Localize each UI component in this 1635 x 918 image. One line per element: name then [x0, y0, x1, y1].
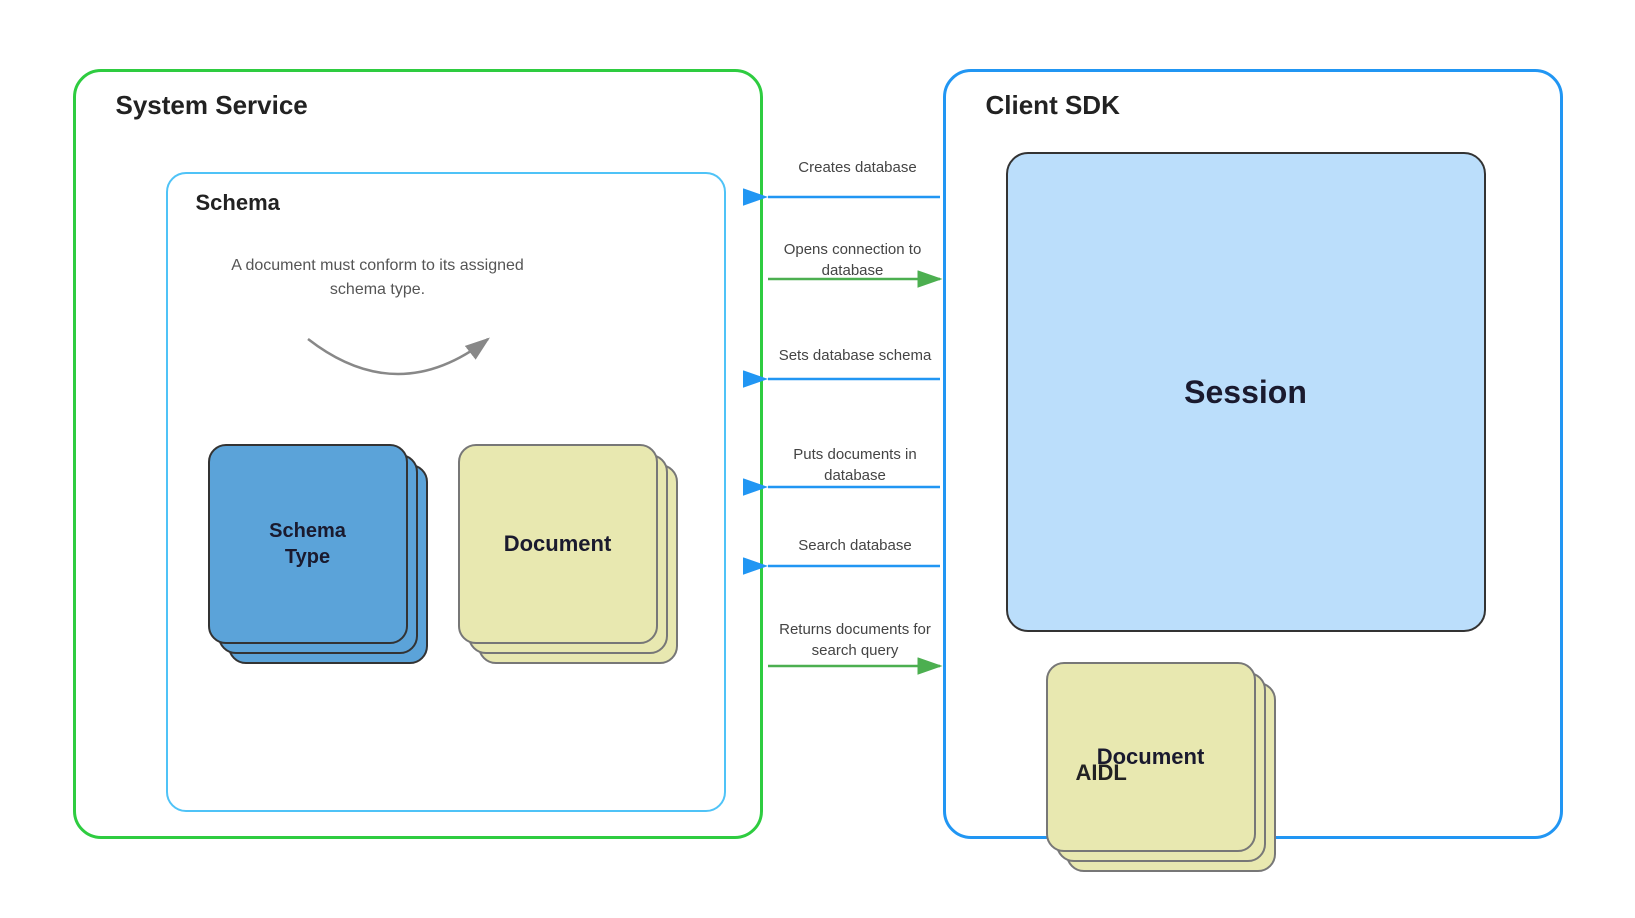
- schema-type-card-front: SchemaType: [208, 444, 408, 644]
- schema-curve-arrow-svg: [228, 329, 568, 419]
- arrow-label-puts-documents: Puts documents indatabase: [763, 444, 948, 486]
- arrow-label-returns-documents: Returns documents forsearch query: [758, 619, 953, 661]
- schema-description: A document must conform to its assigned …: [228, 254, 528, 302]
- client-document-front: Document: [1046, 662, 1256, 852]
- schema-label: Schema: [196, 190, 280, 216]
- session-card: Session: [1006, 152, 1486, 632]
- aidl-label: AIDL: [1076, 760, 1127, 786]
- system-service-box: System Service Schema A document must co…: [73, 69, 763, 839]
- session-label: Session: [1184, 374, 1307, 411]
- schema-type-stack: SchemaType: [208, 444, 428, 684]
- system-service-label: System Service: [116, 90, 308, 121]
- client-sdk-box: Client SDK Session Document AIDL: [943, 69, 1563, 839]
- arrow-label-search-database: Search database: [773, 537, 938, 554]
- arrow-label-creates-database: Creates database: [773, 159, 943, 176]
- schema-box: Schema A document must conform to its as…: [166, 172, 726, 812]
- document-stack: Document: [458, 444, 698, 684]
- document-card-front: Document: [458, 444, 658, 644]
- client-sdk-label: Client SDK: [986, 90, 1120, 121]
- arrow-label-sets-schema: Sets database schema: [768, 347, 943, 364]
- arrow-label-opens-connection: Opens connection todatabase: [763, 239, 943, 281]
- diagram-container: System Service Schema A document must co…: [43, 39, 1593, 879]
